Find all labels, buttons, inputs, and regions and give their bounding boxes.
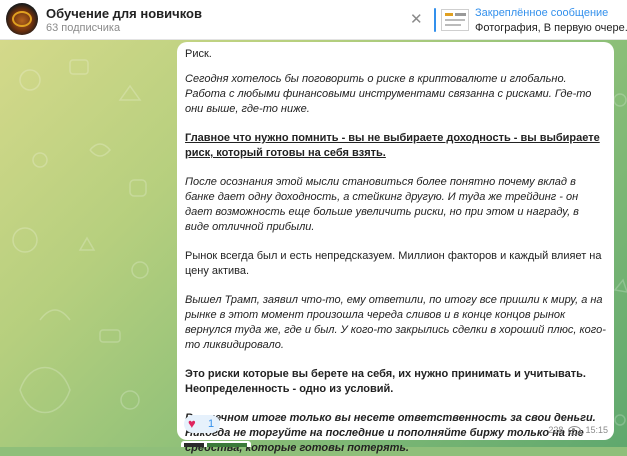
message-line: Сегодня хотелось бы поговорить о риске в… [185,73,567,85]
pinned-message-text[interactable]: Фотография, В первую очере... [475,22,627,34]
message-paragraph: Это риски которые вы берете на себя, их … [185,367,606,397]
reaction-count: 1 [208,418,215,430]
message-paragraph: Вышел Трамп, заявил что-то, ему ответили… [185,294,606,351]
pinned-message-title[interactable]: Закреплённое сообщение [475,7,608,19]
subscriber-count: 63 подписчика [46,22,121,34]
message-paragraph: Рынок всегда был и есть непредсказуем. М… [185,250,602,277]
message-line: Работа с любыми финансовыми инструментам… [185,88,592,115]
pinned-divider [434,8,436,32]
message-bubble: Риск. Сегодня хотелось бы поговорить о р… [177,42,614,454]
message-heading: Риск. [185,48,212,60]
view-count: 228 [548,425,564,435]
message-time: 15:15 [585,425,608,435]
pinned-thumbnail[interactable] [441,9,469,31]
channel-title[interactable]: Обучение для новичков [46,6,202,21]
message-paragraph: После осознания этой мысли становиться б… [185,176,579,233]
close-icon[interactable]: ✕ [410,12,423,27]
eye-icon [567,426,581,436]
message-paragraph: Главное что нужно помнить - вы не выбира… [185,132,600,159]
next-message-preview[interactable] [181,441,251,447]
message-paragraph: Сегодня хотелось бы поговорить о риске в… [185,72,606,117]
avatar-logo [12,11,32,27]
channel-avatar[interactable] [6,3,38,35]
message-meta: 228 15:15 [548,425,608,436]
message-paragraph: В конечном итоге только вы несете ответс… [185,412,596,454]
heart-icon: ♥ [188,416,196,431]
chat-header: Обучение для новичков 63 подписчика ✕ За… [0,0,627,40]
message-line: Неопределенность - одно из условий. [185,383,394,395]
reaction-button[interactable]: ♥ 1 [184,415,220,433]
message-line: Это риски которые вы берете на себя, их … [185,368,586,380]
